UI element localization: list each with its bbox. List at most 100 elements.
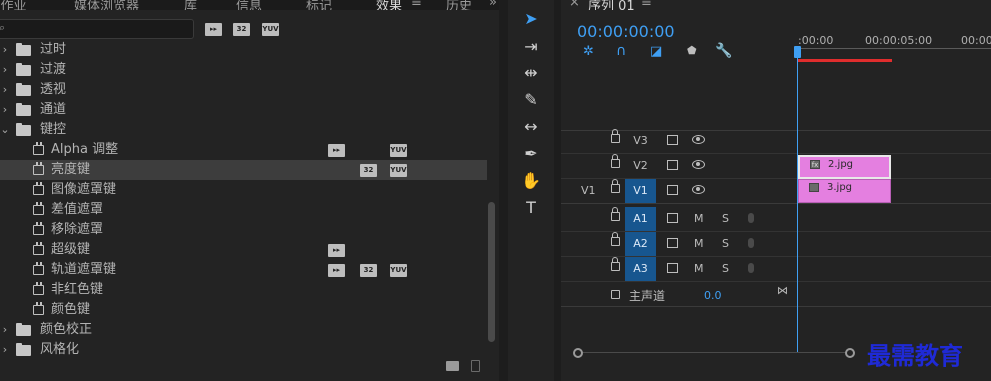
razor-tool-icon[interactable]: ✎: [520, 89, 542, 111]
track-select-tool-icon[interactable]: ⇥: [520, 36, 542, 58]
eye-icon[interactable]: [692, 185, 705, 194]
timeline-zoom-scrollbar[interactable]: [573, 348, 855, 360]
selection-tool-icon[interactable]: ➤: [520, 8, 542, 30]
solo-button[interactable]: S: [722, 232, 729, 256]
lock-icon[interactable]: [611, 207, 620, 221]
tab-info[interactable]: 信息: [236, 0, 262, 10]
sync-lock-icon[interactable]: [667, 185, 678, 195]
type-tool-icon[interactable]: T: [520, 197, 542, 219]
playhead-handle[interactable]: [794, 46, 801, 58]
chevron-down-icon[interactable]: ⌄: [0, 120, 10, 140]
voiceover-mic-icon[interactable]: [748, 238, 754, 248]
32bit-badge: 32: [360, 264, 377, 277]
yuv-badge: YUV: [390, 164, 407, 177]
tab-history[interactable]: 历史: [446, 0, 472, 10]
effect-item[interactable]: 图像遮罩键: [0, 180, 487, 200]
sync-lock-icon[interactable]: [667, 238, 678, 248]
source-patch[interactable]: V1: [581, 179, 596, 203]
bowtie-icon[interactable]: ⋈: [777, 284, 788, 297]
sync-lock-icon[interactable]: [667, 135, 678, 145]
tab-effects[interactable]: 效果: [376, 0, 402, 10]
effect-item[interactable]: 非红色键: [0, 280, 487, 300]
ripple-edit-tool-icon[interactable]: ⇹: [520, 62, 542, 84]
mute-button[interactable]: M: [694, 232, 704, 256]
chevron-right-icon[interactable]: ›: [0, 40, 10, 60]
effect-folder[interactable]: ⌄ 键控: [0, 120, 487, 140]
tab-libraries[interactable]: 库: [184, 0, 197, 10]
voiceover-mic-icon[interactable]: [748, 213, 754, 223]
track-target-v3[interactable]: V3: [625, 129, 656, 153]
tab-markers[interactable]: 标记: [306, 0, 332, 10]
yuv-badge: YUV: [390, 144, 407, 157]
chevron-right-icon[interactable]: ›: [0, 320, 10, 340]
track-target-a3[interactable]: A3: [625, 257, 656, 281]
scroll-thumb[interactable]: [488, 202, 495, 342]
lock-icon[interactable]: [611, 154, 620, 168]
chevron-double-right-icon[interactable]: »: [489, 0, 497, 10]
zoom-handle-left[interactable]: [573, 348, 583, 358]
timeline-clip[interactable]: 3.jpg: [798, 179, 891, 203]
tab-project[interactable]: : 作业: [0, 0, 27, 10]
yuv-filter-button[interactable]: YUV: [262, 23, 279, 36]
master-lock-icon[interactable]: [611, 290, 620, 299]
solo-button[interactable]: S: [722, 257, 729, 281]
effect-folder[interactable]: › 透视: [0, 80, 487, 100]
track-target-a2[interactable]: A2: [625, 232, 656, 256]
track-target-v2[interactable]: V2: [625, 154, 656, 178]
voiceover-mic-icon[interactable]: [748, 263, 754, 273]
effect-item[interactable]: 颜色键: [0, 300, 487, 320]
effect-item[interactable]: 轨道遮罩键 ▸▸ 32 YUV: [0, 260, 487, 280]
zoom-handle-right[interactable]: [845, 348, 855, 358]
chevron-right-icon[interactable]: ›: [0, 80, 10, 100]
lock-icon[interactable]: [611, 232, 620, 246]
accelerated-filter-button[interactable]: ▸▸: [205, 23, 222, 36]
sync-lock-icon[interactable]: [667, 213, 678, 223]
effect-item[interactable]: 超级键 ▸▸: [0, 240, 487, 260]
chevron-right-icon[interactable]: ›: [0, 100, 10, 120]
effect-folder[interactable]: › 通道: [0, 100, 487, 120]
solo-button[interactable]: S: [722, 207, 729, 231]
eye-icon[interactable]: [692, 160, 705, 169]
search-input[interactable]: ⌕: [0, 19, 194, 39]
effect-item[interactable]: 亮度键 32 YUV: [0, 160, 487, 180]
effect-label: 图像遮罩键: [51, 182, 117, 197]
effect-item[interactable]: 移除遮罩: [0, 220, 487, 240]
search-row: ⌕ ▸▸ 32 YUV: [0, 18, 499, 42]
new-bin-folder-icon[interactable]: [446, 361, 459, 371]
hand-tool-icon[interactable]: ✋: [520, 170, 542, 192]
slip-tool-icon[interactable]: ↔: [520, 116, 542, 138]
tab-media-browser[interactable]: 媒体浏览器: [74, 0, 139, 10]
effect-folder[interactable]: › 颜色校正: [0, 320, 487, 340]
sync-lock-icon[interactable]: [667, 263, 678, 273]
effect-icon: [33, 282, 44, 295]
pen-tool-icon[interactable]: ✒: [520, 143, 542, 165]
folder-icon: [16, 63, 31, 76]
eye-icon[interactable]: [692, 135, 705, 144]
effect-label: 轨道遮罩键: [51, 262, 117, 277]
track-target-a1[interactable]: A1: [625, 207, 656, 231]
track-divider: [561, 281, 991, 282]
lock-icon[interactable]: [611, 257, 620, 271]
32bit-filter-button[interactable]: 32: [233, 23, 250, 36]
effect-icon: [33, 262, 44, 275]
effect-label: 超级键: [51, 242, 91, 257]
lock-icon[interactable]: [611, 179, 620, 193]
chevron-right-icon[interactable]: ›: [0, 60, 10, 80]
folder-icon: [16, 43, 31, 56]
effect-item[interactable]: Alpha 调整 ▸▸ YUV: [0, 140, 487, 160]
timeline-clip[interactable]: fx 2.jpg: [798, 155, 891, 179]
effects-menu-icon[interactable]: ≡: [411, 0, 422, 10]
mute-button[interactable]: M: [694, 207, 704, 231]
sync-lock-icon[interactable]: [667, 160, 678, 170]
playhead-line[interactable]: [797, 52, 798, 352]
trash-icon[interactable]: [471, 360, 480, 372]
track-target-v1[interactable]: V1: [625, 179, 656, 203]
search-icon: ⌕: [0, 21, 6, 34]
video-track-header: V1 V1: [561, 179, 797, 203]
lock-icon[interactable]: [611, 129, 620, 143]
effect-item[interactable]: 差值遮罩: [0, 200, 487, 220]
master-volume-value[interactable]: 0.0: [704, 289, 722, 302]
effect-folder[interactable]: › 过时: [0, 40, 487, 60]
effect-folder[interactable]: › 过渡: [0, 60, 487, 80]
mute-button[interactable]: M: [694, 257, 704, 281]
